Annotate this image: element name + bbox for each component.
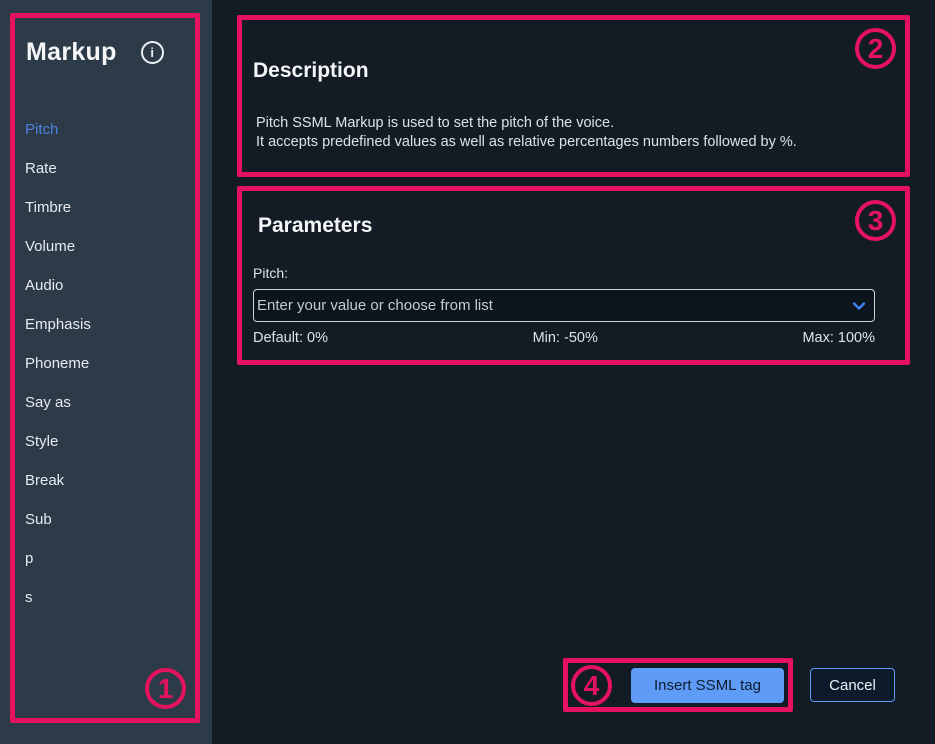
info-icon[interactable]: i <box>141 41 164 64</box>
markup-sidebar: Markup i Pitch Rate Timbre Volume Audio … <box>0 0 212 744</box>
sidebar-item-audio[interactable]: Audio <box>25 266 192 305</box>
markup-nav: Pitch Rate Timbre Volume Audio Emphasis … <box>25 110 192 617</box>
pitch-field-label: Pitch: <box>253 265 288 281</box>
sidebar-item-style[interactable]: Style <box>25 422 192 461</box>
sidebar-title: Markup <box>26 38 117 67</box>
annotation-box-description <box>237 15 910 177</box>
sidebar-item-phoneme[interactable]: Phoneme <box>25 344 192 383</box>
sidebar-item-emphasis[interactable]: Emphasis <box>25 305 192 344</box>
insert-ssml-tag-button[interactable]: Insert SSML tag <box>631 668 784 703</box>
description-line-2: It accepts predefined values as well as … <box>256 133 797 152</box>
cancel-button[interactable]: Cancel <box>810 668 895 702</box>
sidebar-item-timbre[interactable]: Timbre <box>25 188 192 227</box>
parameters-title: Parameters <box>258 214 372 238</box>
annotation-badge-4: 4 <box>571 665 612 706</box>
description-line-1: Pitch SSML Markup is used to set the pit… <box>256 114 797 133</box>
chevron-down-icon[interactable] <box>851 298 867 314</box>
sidebar-item-say-as[interactable]: Say as <box>25 383 192 422</box>
max-value-label: Max: 100% <box>802 330 875 346</box>
pitch-value-combobox <box>253 289 875 322</box>
sidebar-header: Markup i <box>26 38 164 67</box>
sidebar-item-s[interactable]: s <box>25 578 192 617</box>
sidebar-item-p[interactable]: p <box>25 539 192 578</box>
sidebar-item-break[interactable]: Break <box>25 461 192 500</box>
description-title: Description <box>253 59 369 83</box>
pitch-range-info: Default: 0% Min: -50% Max: 100% <box>253 330 875 346</box>
sidebar-item-rate[interactable]: Rate <box>25 149 192 188</box>
sidebar-item-sub[interactable]: Sub <box>25 500 192 539</box>
sidebar-item-pitch[interactable]: Pitch <box>25 110 192 149</box>
annotation-badge-2: 2 <box>855 28 896 69</box>
pitch-value-input[interactable] <box>253 289 875 322</box>
description-text: Pitch SSML Markup is used to set the pit… <box>256 114 797 152</box>
default-value-label: Default: 0% <box>253 330 328 346</box>
sidebar-item-volume[interactable]: Volume <box>25 227 192 266</box>
annotation-badge-3: 3 <box>855 200 896 241</box>
min-value-label: Min: -50% <box>533 330 598 346</box>
